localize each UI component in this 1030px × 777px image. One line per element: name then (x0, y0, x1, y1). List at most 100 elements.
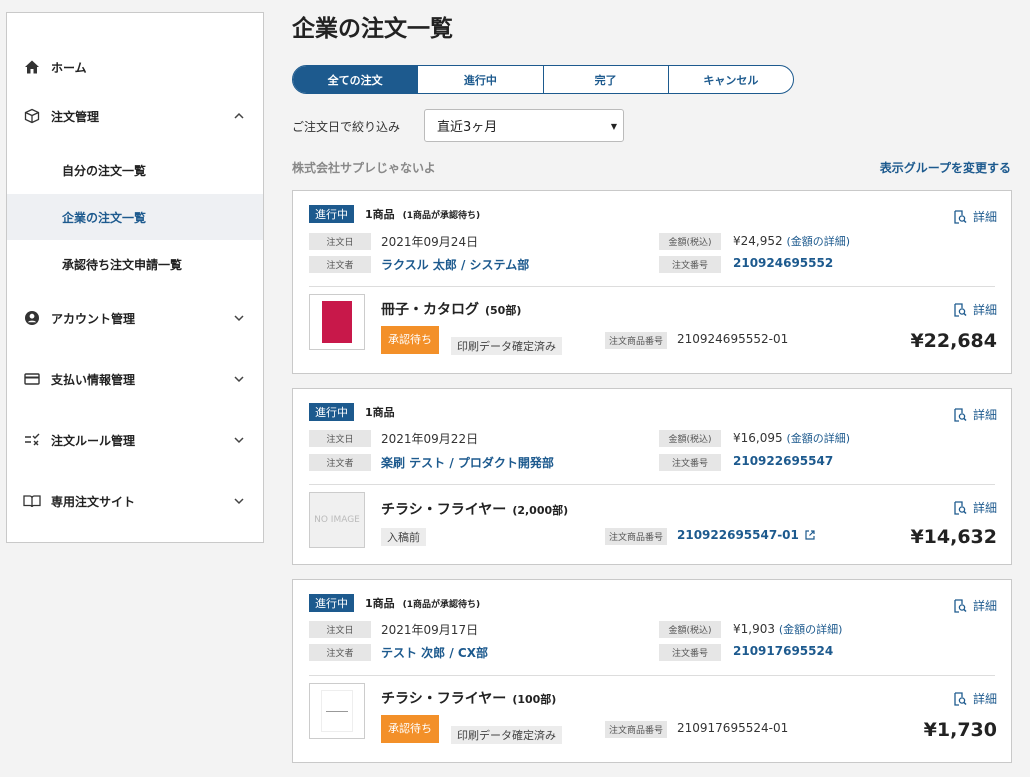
magnifier-document-icon (954, 209, 967, 224)
sidebar-item-label: 注文ルール管理 (51, 433, 136, 448)
page-title: 企業の注文一覧 (292, 16, 453, 42)
sidebar-subitem-company-orders[interactable]: 企業の注文一覧 (7, 194, 263, 240)
sidebar-item-label: 注文管理 (51, 109, 100, 124)
tab-completed[interactable]: 完了 (542, 66, 668, 93)
item-number-label: 注文商品番号 (605, 721, 667, 738)
amount-detail-link[interactable]: (金額の詳細) (779, 623, 843, 636)
product-name: チラシ・フライヤー (100部) (381, 688, 556, 708)
item-detail-link[interactable]: 詳細 (953, 301, 997, 318)
item-count-note: (1商品が承認待ち) (402, 211, 481, 221)
order-date-value: 2021年09月17日 (381, 623, 479, 637)
external-link-icon (805, 530, 815, 540)
book-icon (23, 492, 41, 510)
amount-number: ¥1,903 (733, 622, 775, 636)
order-date-label: 注文日 (309, 621, 371, 638)
order-number-value[interactable]: 210924695552 (733, 256, 833, 270)
amount-number: ¥24,952 (733, 234, 783, 248)
box-icon (23, 107, 41, 125)
approval-pending-badge[interactable]: 承認待ち (381, 326, 439, 354)
status-badge: 進行中 (309, 205, 354, 223)
sidebar-subitem-my-orders[interactable]: 自分の注文一覧 (7, 147, 263, 193)
order-date-label: 注文日 (309, 233, 371, 250)
product-name: チラシ・フライヤー (2,000部) (381, 499, 568, 519)
item-count: 1商品 (1商品が承認待ち) (365, 595, 480, 611)
product-thumbnail: NO IMAGE (309, 492, 365, 548)
item-price: ¥14,632 (910, 526, 997, 548)
amount-detail-link[interactable]: (金額の詳細) (786, 432, 850, 445)
item-count: 1商品 (365, 404, 395, 420)
item-number-link[interactable]: 210922695547-01 (677, 528, 815, 542)
sidebar-item-label: 専用注文サイト (51, 494, 136, 509)
tab-cancelled[interactable]: キャンセル (667, 66, 793, 93)
sidebar-item-label: 支払い情報管理 (51, 372, 136, 387)
divider (309, 484, 995, 485)
amount-label: 金額(税込) (659, 233, 721, 250)
tab-in-progress[interactable]: 進行中 (417, 66, 542, 93)
order-number-label: 注文番号 (659, 256, 721, 273)
item-count-note: (1商品が承認待ち) (402, 600, 481, 610)
status-badge: 進行中 (309, 594, 354, 612)
approval-pending-badge[interactable]: 承認待ち (381, 715, 439, 743)
order-card: 進行中 1商品 (1商品が承認待ち) 詳細 注文日 2021年09月17日 金額(… (292, 579, 1012, 763)
orderer-value[interactable]: テスト 次郎 / CX部 (381, 644, 488, 661)
sidebar-item-home[interactable]: ホーム (7, 45, 263, 89)
item-number-value: 210917695524-01 (677, 721, 789, 735)
tab-all-orders[interactable]: 全ての注文 (293, 66, 418, 93)
home-icon (23, 58, 41, 76)
change-group-link[interactable]: 表示グループを変更する (880, 159, 1011, 176)
rule-list-icon (23, 431, 41, 449)
item-number-label: 注文商品番号 (605, 332, 667, 349)
sidebar-item-payment[interactable]: 支払い情報管理 (7, 357, 263, 401)
item-detail-link[interactable]: 詳細 (953, 690, 997, 707)
dropdown-arrow-icon: ▼ (610, 122, 617, 131)
detail-label: 詳細 (972, 692, 997, 706)
order-status-tabs: 全ての注文 進行中 完了 キャンセル (292, 65, 794, 94)
orderer-value[interactable]: ラクスル 太郎 / システム部 (381, 256, 529, 273)
order-card: 進行中 1商品 (1商品が承認待ち) 詳細 注文日 2021年09月24日 金額(… (292, 190, 1012, 374)
order-detail-link[interactable]: 詳細 (953, 597, 997, 614)
detail-label: 詳細 (972, 501, 997, 515)
amount-value: ¥1,903 (金額の詳細) (733, 621, 842, 637)
order-detail-link[interactable]: 詳細 (953, 208, 997, 225)
detail-label: 詳細 (972, 408, 997, 422)
company-name: 株式会社サプレじゃないよ (292, 161, 436, 175)
product-thumbnail (309, 683, 365, 739)
sidebar-item-account[interactable]: アカウント管理 (7, 296, 263, 340)
detail-label: 詳細 (972, 210, 997, 224)
item-price: ¥1,730 (923, 719, 997, 741)
sidebar-subitem-pending-approvals[interactable]: 承認待ち注文申請一覧 (7, 241, 263, 287)
detail-label: 詳細 (972, 303, 997, 317)
item-detail-link[interactable]: 詳細 (953, 499, 997, 516)
credit-card-icon (23, 370, 41, 388)
detail-label: 詳細 (972, 599, 997, 613)
order-number-value[interactable]: 210922695547 (733, 454, 833, 468)
item-count-value: 1商品 (365, 208, 395, 221)
product-title: 冊子・カタログ (381, 302, 479, 318)
chevron-down-icon (234, 498, 244, 505)
sidebar: ホーム 注文管理 自分の注文一覧 企業の注文一覧 承認待ち注文申請一覧 アカウン… (6, 12, 264, 543)
order-number-value[interactable]: 210917695524 (733, 644, 833, 658)
orderer-label: 注文者 (309, 256, 371, 273)
orderer-label: 注文者 (309, 644, 371, 661)
item-number-value: 210922695547-01 (677, 528, 799, 542)
chevron-down-icon (234, 437, 244, 444)
sidebar-item-order-rules[interactable]: 注文ルール管理 (7, 418, 263, 462)
orderer-value[interactable]: 楽刷 テスト / プロダクト開発部 (381, 454, 554, 471)
product-name: 冊子・カタログ (50部) (381, 299, 521, 319)
date-filter-select[interactable]: 直近3ヶ月 ▼ (424, 109, 624, 142)
amount-value: ¥16,095 (金額の詳細) (733, 430, 850, 446)
amount-value: ¥24,952 (金額の詳細) (733, 233, 850, 249)
sidebar-item-order-site[interactable]: 専用注文サイト (7, 479, 263, 523)
order-card: 進行中 1商品 詳細 注文日 2021年09月22日 金額(税込) ¥16,09… (292, 388, 1012, 565)
item-price: ¥22,684 (910, 330, 997, 352)
sidebar-item-label: ホーム (51, 60, 87, 75)
magnifier-document-icon (954, 598, 967, 613)
flyer-preview-image (321, 690, 353, 732)
item-state-tag: 入稿前 (381, 528, 426, 546)
sidebar-item-order-management[interactable]: 注文管理 (7, 94, 263, 138)
order-detail-link[interactable]: 詳細 (953, 406, 997, 423)
sidebar-item-label: アカウント管理 (51, 311, 136, 326)
amount-detail-link[interactable]: (金額の詳細) (786, 235, 850, 248)
magnifier-document-icon (954, 302, 967, 317)
divider (309, 286, 995, 287)
